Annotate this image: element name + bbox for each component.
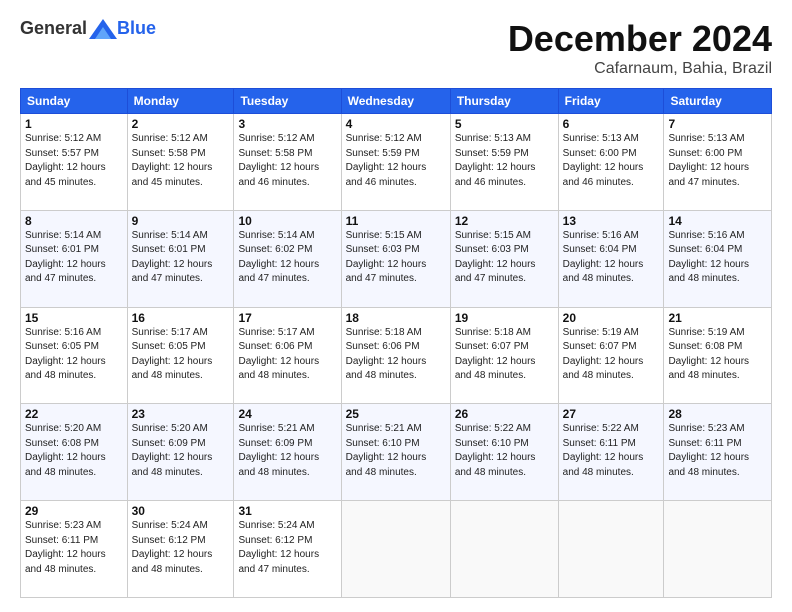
day-21: 21 Sunrise: 5:19 AMSunset: 6:08 PMDaylig…	[664, 307, 772, 404]
day-22: 22 Sunrise: 5:20 AMSunset: 6:08 PMDaylig…	[21, 404, 128, 501]
logo-icon	[89, 19, 117, 39]
day-23: 23 Sunrise: 5:20 AMSunset: 6:09 PMDaylig…	[127, 404, 234, 501]
day-18: 18 Sunrise: 5:18 AMSunset: 6:06 PMDaylig…	[341, 307, 450, 404]
week-1: 1 Sunrise: 5:12 AMSunset: 5:57 PMDayligh…	[21, 114, 772, 211]
logo: General Blue	[20, 18, 156, 39]
day-6: 6 Sunrise: 5:13 AMSunset: 6:00 PMDayligh…	[558, 114, 664, 211]
empty-cell-3	[558, 501, 664, 598]
day-31: 31 Sunrise: 5:24 AMSunset: 6:12 PMDaylig…	[234, 501, 341, 598]
day-24: 24 Sunrise: 5:21 AMSunset: 6:09 PMDaylig…	[234, 404, 341, 501]
day-29: 29 Sunrise: 5:23 AMSunset: 6:11 PMDaylig…	[21, 501, 128, 598]
week-3: 15 Sunrise: 5:16 AMSunset: 6:05 PMDaylig…	[21, 307, 772, 404]
location: Cafarnaum, Bahia, Brazil	[508, 60, 772, 78]
day-9: 9 Sunrise: 5:14 AMSunset: 6:01 PMDayligh…	[127, 210, 234, 307]
col-thursday: Thursday	[450, 89, 558, 114]
col-tuesday: Tuesday	[234, 89, 341, 114]
day-5: 5 Sunrise: 5:13 AMSunset: 5:59 PMDayligh…	[450, 114, 558, 211]
day-25: 25 Sunrise: 5:21 AMSunset: 6:10 PMDaylig…	[341, 404, 450, 501]
week-2: 8 Sunrise: 5:14 AMSunset: 6:01 PMDayligh…	[21, 210, 772, 307]
day-11: 11 Sunrise: 5:15 AMSunset: 6:03 PMDaylig…	[341, 210, 450, 307]
day-15: 15 Sunrise: 5:16 AMSunset: 6:05 PMDaylig…	[21, 307, 128, 404]
day-19: 19 Sunrise: 5:18 AMSunset: 6:07 PMDaylig…	[450, 307, 558, 404]
logo-blue-text: Blue	[117, 18, 156, 39]
day-28: 28 Sunrise: 5:23 AMSunset: 6:11 PMDaylig…	[664, 404, 772, 501]
day-13: 13 Sunrise: 5:16 AMSunset: 6:04 PMDaylig…	[558, 210, 664, 307]
title-area: December 2024 Cafarnaum, Bahia, Brazil	[508, 18, 772, 78]
day-7: 7 Sunrise: 5:13 AMSunset: 6:00 PMDayligh…	[664, 114, 772, 211]
col-saturday: Saturday	[664, 89, 772, 114]
day-8: 8 Sunrise: 5:14 AMSunset: 6:01 PMDayligh…	[21, 210, 128, 307]
col-friday: Friday	[558, 89, 664, 114]
empty-cell-2	[450, 501, 558, 598]
day-1: 1 Sunrise: 5:12 AMSunset: 5:57 PMDayligh…	[21, 114, 128, 211]
col-monday: Monday	[127, 89, 234, 114]
header: General Blue December 2024 Cafarnaum, Ba…	[20, 18, 772, 78]
day-16: 16 Sunrise: 5:17 AMSunset: 6:05 PMDaylig…	[127, 307, 234, 404]
day-4: 4 Sunrise: 5:12 AMSunset: 5:59 PMDayligh…	[341, 114, 450, 211]
month-title: December 2024	[508, 18, 772, 60]
day-30: 30 Sunrise: 5:24 AMSunset: 6:12 PMDaylig…	[127, 501, 234, 598]
day-26: 26 Sunrise: 5:22 AMSunset: 6:10 PMDaylig…	[450, 404, 558, 501]
day-27: 27 Sunrise: 5:22 AMSunset: 6:11 PMDaylig…	[558, 404, 664, 501]
day-10: 10 Sunrise: 5:14 AMSunset: 6:02 PMDaylig…	[234, 210, 341, 307]
day-20: 20 Sunrise: 5:19 AMSunset: 6:07 PMDaylig…	[558, 307, 664, 404]
day-17: 17 Sunrise: 5:17 AMSunset: 6:06 PMDaylig…	[234, 307, 341, 404]
day-3: 3 Sunrise: 5:12 AMSunset: 5:58 PMDayligh…	[234, 114, 341, 211]
empty-cell-4	[664, 501, 772, 598]
day-14: 14 Sunrise: 5:16 AMSunset: 6:04 PMDaylig…	[664, 210, 772, 307]
week-5: 29 Sunrise: 5:23 AMSunset: 6:11 PMDaylig…	[21, 501, 772, 598]
day-2: 2 Sunrise: 5:12 AMSunset: 5:58 PMDayligh…	[127, 114, 234, 211]
week-4: 22 Sunrise: 5:20 AMSunset: 6:08 PMDaylig…	[21, 404, 772, 501]
page: General Blue December 2024 Cafarnaum, Ba…	[0, 0, 792, 612]
empty-cell-1	[341, 501, 450, 598]
day-12: 12 Sunrise: 5:15 AMSunset: 6:03 PMDaylig…	[450, 210, 558, 307]
col-wednesday: Wednesday	[341, 89, 450, 114]
calendar-table: Sunday Monday Tuesday Wednesday Thursday…	[20, 88, 772, 598]
logo-general-text: General	[20, 18, 87, 39]
col-sunday: Sunday	[21, 89, 128, 114]
